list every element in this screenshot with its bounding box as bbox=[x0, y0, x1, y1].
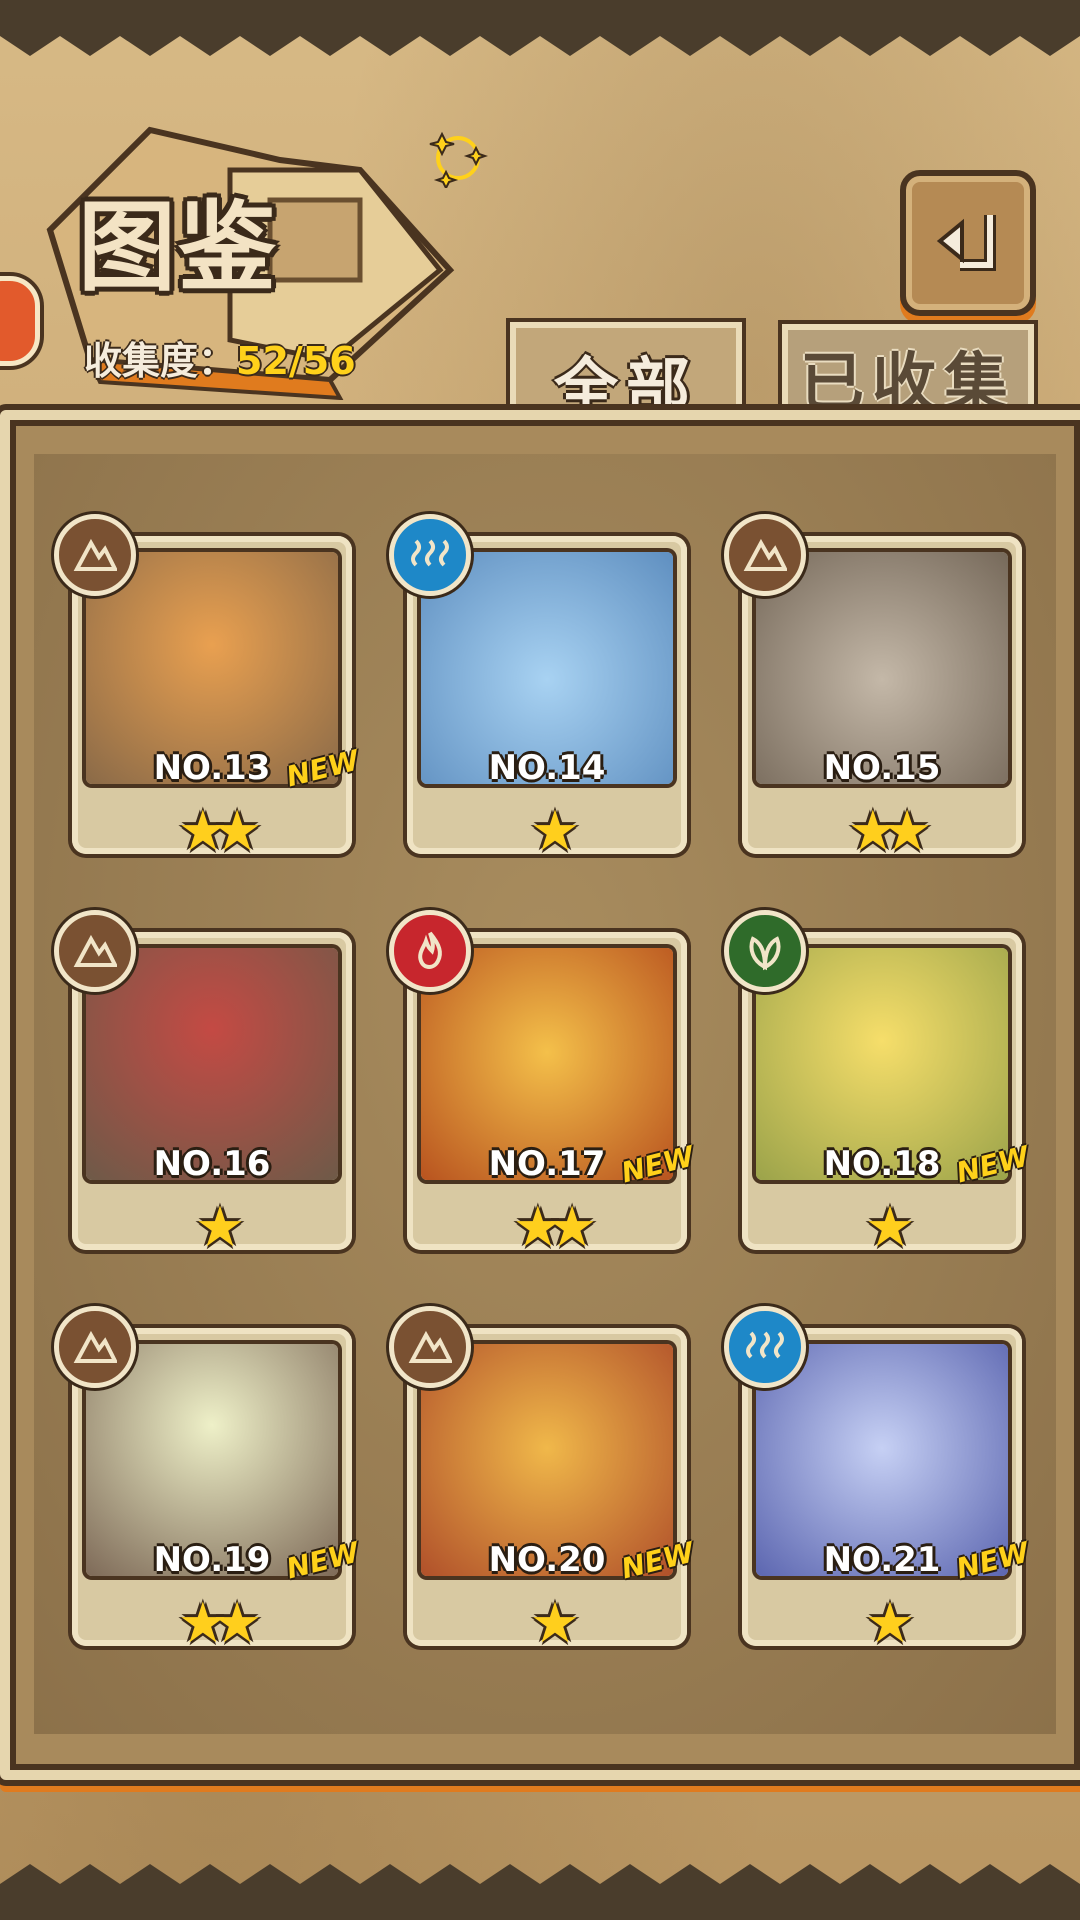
earth-element-icon bbox=[54, 514, 136, 596]
side-expand-button[interactable] bbox=[0, 276, 40, 366]
earth-element-icon bbox=[54, 1306, 136, 1388]
page-title: 图鉴 bbox=[78, 191, 279, 305]
water-element-icon bbox=[724, 1306, 806, 1388]
collection-progress: 收集度：52/56 bbox=[84, 330, 356, 385]
card-no-17[interactable]: NO.17 NEW ★★ bbox=[389, 910, 697, 1256]
earth-element-icon bbox=[389, 1306, 471, 1388]
star-rating: ★ bbox=[529, 1591, 580, 1656]
card-no-16[interactable]: NO.16 ★ bbox=[54, 910, 352, 1256]
star-rating: ★★ bbox=[512, 1195, 597, 1260]
top-zigzag-border bbox=[0, 0, 1080, 56]
star-rating: ★★ bbox=[177, 799, 262, 864]
leaf-element-icon bbox=[724, 910, 806, 992]
star-rating: ★★ bbox=[177, 1591, 262, 1656]
sparkle-ring-icon bbox=[429, 131, 488, 188]
collection-value: 52/56 bbox=[236, 339, 356, 383]
card-number: NO.14 bbox=[488, 748, 606, 788]
card-no-14[interactable]: NO.14 ★ bbox=[389, 514, 687, 860]
star-rating: ★ bbox=[194, 1195, 245, 1260]
card-no-15[interactable]: NO.15 ★★ bbox=[724, 514, 1022, 860]
fire-element-icon bbox=[389, 910, 471, 992]
card-number: NO.16 bbox=[153, 1144, 271, 1184]
card-no-19[interactable]: NO.19 NEW ★★ bbox=[54, 1306, 362, 1652]
star-rating: ★ bbox=[529, 799, 580, 864]
star-rating: ★ bbox=[864, 1195, 915, 1260]
card-number: NO.15 bbox=[823, 748, 941, 788]
back-arrow-icon bbox=[936, 215, 996, 271]
bottom-zigzag-border bbox=[0, 1864, 1080, 1920]
water-element-icon bbox=[389, 514, 471, 596]
earth-element-icon bbox=[54, 910, 136, 992]
card-grid[interactable]: NO.13 NEW ★★ NO.14 ★ NO.15 ★★ NO.16 ★ NO… bbox=[34, 454, 1056, 1734]
back-button[interactable] bbox=[900, 170, 1036, 316]
card-no-21[interactable]: NO.21 NEW ★ bbox=[724, 1306, 1032, 1652]
earth-element-icon bbox=[724, 514, 806, 596]
collection-panel: NO.13 NEW ★★ NO.14 ★ NO.15 ★★ NO.16 ★ NO… bbox=[0, 410, 1080, 1780]
card-no-20[interactable]: NO.20 NEW ★ bbox=[389, 1306, 697, 1652]
card-no-13[interactable]: NO.13 NEW ★★ bbox=[54, 514, 362, 860]
card-no-18[interactable]: NO.18 NEW ★ bbox=[724, 910, 1032, 1256]
collection-label: 收集度： bbox=[84, 339, 237, 383]
star-rating: ★★ bbox=[847, 799, 932, 864]
star-rating: ★ bbox=[864, 1591, 915, 1656]
